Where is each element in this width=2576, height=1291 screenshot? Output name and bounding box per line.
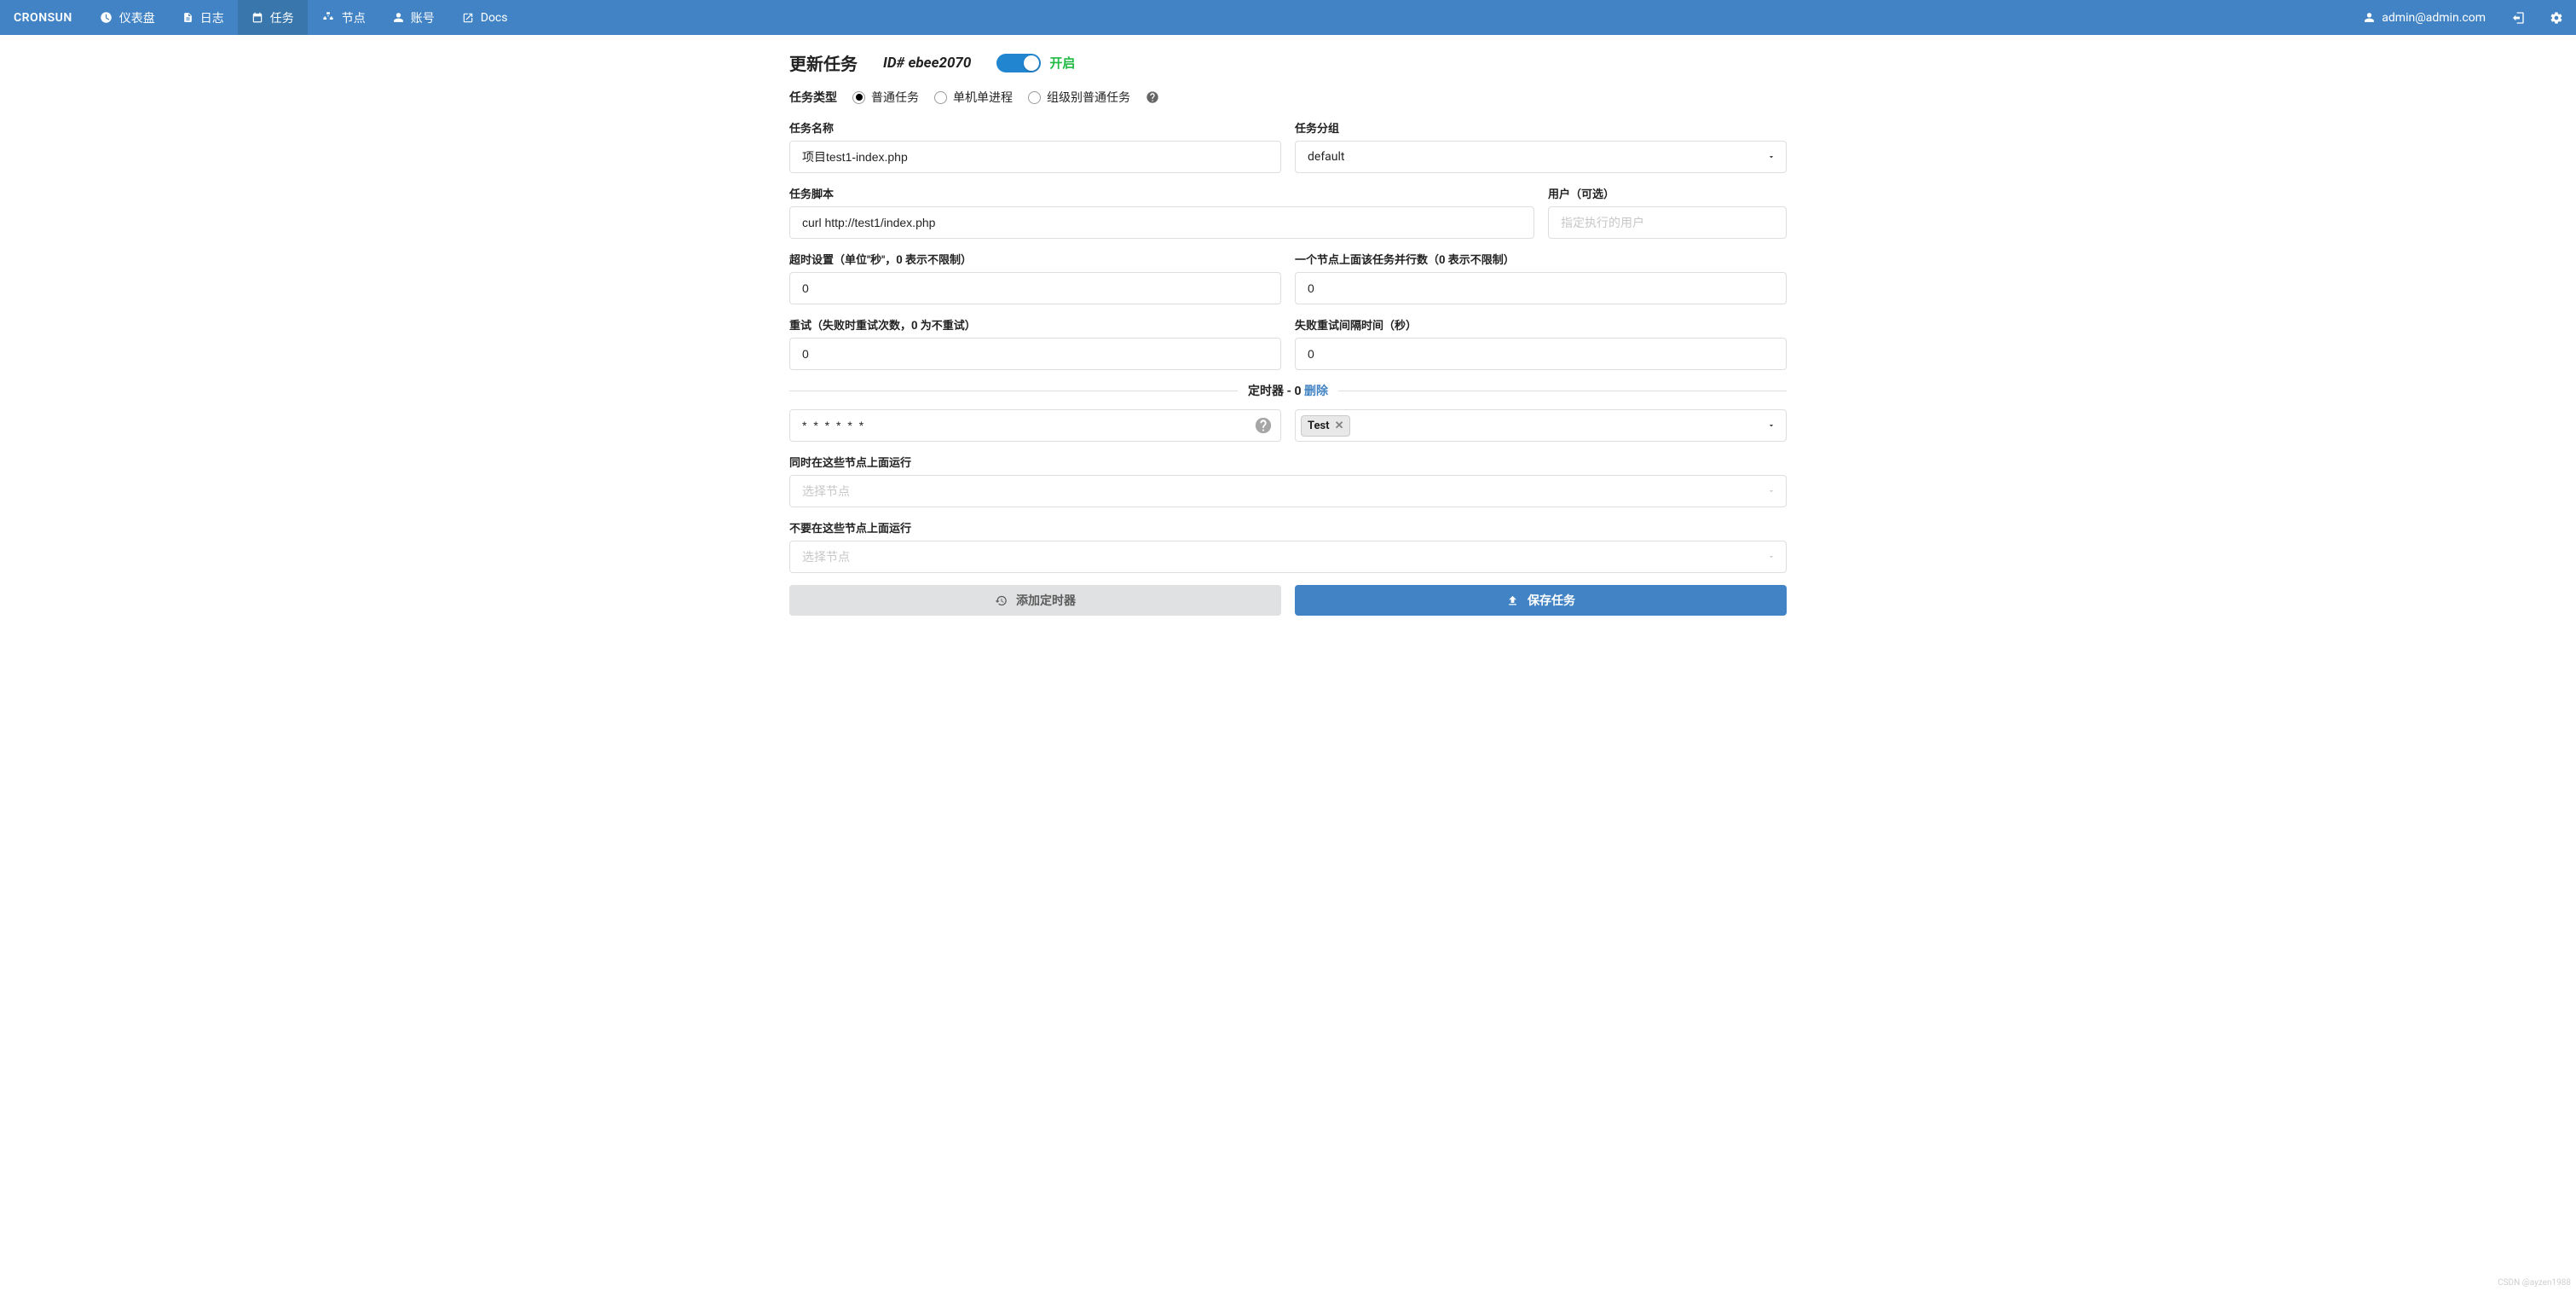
enable-toggle-wrap: 开启 (996, 54, 1075, 72)
history-icon (995, 594, 1008, 607)
parallel-label: 一个节点上面该任务并行数（0 表示不限制） (1295, 251, 1787, 267)
exclude-nodes-label: 不要在这些节点上面运行 (789, 519, 1787, 536)
brand-logo[interactable]: CRONSUN (0, 0, 86, 35)
chevron-down-icon (1767, 553, 1776, 561)
task-type-row: 任务类型 普通任务 单机单进程 组级别普通任务 (789, 89, 1787, 106)
remove-tag-button[interactable]: ✕ (1335, 420, 1344, 432)
radio-normal[interactable]: 普通任务 (852, 89, 919, 106)
name-input[interactable] (789, 141, 1281, 173)
nav-account[interactable]: 账号 (379, 0, 448, 35)
calendar-icon (251, 11, 263, 24)
nav-account-label: 账号 (411, 9, 435, 26)
page-header: 更新任务 ID# ebee2070 开启 (789, 50, 1787, 75)
exclude-nodes-placeholder: 选择节点 (802, 548, 850, 565)
timer-divider: 定时器 - 0 删除 (789, 382, 1787, 399)
nav-docs[interactable]: Docs (448, 0, 522, 35)
retry-input[interactable] (789, 338, 1281, 370)
task-type-label: 任务类型 (789, 89, 837, 106)
radio-group-label: 组级别普通任务 (1047, 89, 1130, 106)
user-email-label: admin@admin.com (2382, 11, 2486, 25)
user-icon (2364, 11, 2375, 24)
user-label: 用户（可选） (1548, 185, 1787, 201)
chevron-down-icon (1767, 421, 1776, 430)
retry-interval-label: 失败重试间隔时间（秒） (1295, 316, 1787, 333)
sitemap-icon (321, 11, 335, 24)
save-button[interactable]: 保存任务 (1295, 585, 1787, 616)
settings-button[interactable] (2537, 0, 2576, 35)
script-input[interactable] (789, 206, 1534, 239)
nav-node-label: 节点 (342, 9, 366, 26)
logout-icon (2511, 11, 2525, 25)
group-label: 任务分组 (1295, 119, 1787, 136)
parallel-input[interactable] (1295, 272, 1787, 304)
page-title: 更新任务 (789, 50, 858, 75)
toggle-state-label: 开启 (1049, 54, 1075, 72)
add-timer-label: 添加定时器 (1016, 592, 1076, 609)
radio-single-label: 单机单进程 (953, 89, 1013, 106)
group-dropdown[interactable]: default (1295, 141, 1787, 173)
row-timeout-parallel: 超时设置（单位"秒"，0 表示不限制） 一个节点上面该任务并行数（0 表示不限制… (789, 251, 1787, 304)
main-container: 更新任务 ID# ebee2070 开启 任务类型 普通任务 单机单进程 组级别… (789, 35, 1787, 641)
nav-node[interactable]: 节点 (308, 0, 379, 35)
include-nodes-label: 同时在这些节点上面运行 (789, 454, 1787, 470)
script-label: 任务脚本 (789, 185, 1534, 201)
enable-toggle[interactable] (996, 54, 1041, 72)
node-group-tag-label: Test (1308, 420, 1330, 432)
node-group-dropdown[interactable]: Test ✕ (1295, 409, 1787, 442)
retry-label: 重试（失败时重试次数，0 为不重试） (789, 316, 1281, 333)
delete-timer-link[interactable]: 删除 (1304, 385, 1328, 398)
row-cron-nodegroup: Test ✕ (789, 409, 1787, 442)
nav-dashboard-label: 仪表盘 (119, 9, 155, 26)
dashboard-icon (100, 11, 113, 24)
retry-interval-input[interactable] (1295, 338, 1787, 370)
action-buttons: 添加定时器 保存任务 (789, 585, 1787, 616)
top-nav: CRONSUN 仪表盘 日志 任务 节点 账号 Docs admin@admin… (0, 0, 2576, 35)
radio-icon (1028, 91, 1041, 104)
nav-user-menu[interactable]: admin@admin.com (2350, 0, 2499, 35)
chevron-down-icon (1767, 153, 1776, 161)
timer-index-label: 定时器 - 0 (1248, 385, 1302, 398)
timer-divider-text: 定时器 - 0 删除 (1248, 382, 1328, 399)
help-icon[interactable] (1146, 90, 1159, 104)
row-script-user: 任务脚本 用户（可选） (789, 185, 1787, 239)
row-retry: 重试（失败时重试次数，0 为不重试） 失败重试间隔时间（秒） (789, 316, 1787, 370)
row-exclude-nodes: 不要在这些节点上面运行 选择节点 (789, 519, 1787, 573)
nav-log[interactable]: 日志 (169, 0, 238, 35)
radio-group[interactable]: 组级别普通任务 (1028, 89, 1130, 106)
timeout-input[interactable] (789, 272, 1281, 304)
external-link-icon (462, 12, 474, 24)
name-label: 任务名称 (789, 119, 1281, 136)
cron-input[interactable] (789, 409, 1281, 442)
watermark: CSDN @ayzen1988 (2498, 1278, 2571, 1288)
toggle-knob (1024, 55, 1039, 71)
node-group-tag: Test ✕ (1301, 415, 1350, 437)
add-timer-button[interactable]: 添加定时器 (789, 585, 1281, 616)
file-icon (182, 11, 193, 24)
nav-docs-label: Docs (481, 11, 508, 25)
exclude-nodes-dropdown[interactable]: 选择节点 (789, 541, 1787, 573)
radio-icon (934, 91, 947, 104)
task-id: ID# ebee2070 (883, 55, 971, 72)
chevron-down-icon (1767, 487, 1776, 495)
include-nodes-dropdown[interactable]: 选择节点 (789, 475, 1787, 507)
user-icon (393, 11, 404, 24)
radio-normal-label: 普通任务 (871, 89, 919, 106)
help-icon[interactable] (1254, 416, 1273, 435)
nav-log-label: 日志 (200, 9, 224, 26)
logout-button[interactable] (2499, 0, 2537, 35)
timeout-label: 超时设置（单位"秒"，0 表示不限制） (789, 251, 1281, 267)
nav-dashboard[interactable]: 仪表盘 (86, 0, 169, 35)
radio-single[interactable]: 单机单进程 (934, 89, 1013, 106)
include-nodes-placeholder: 选择节点 (802, 483, 850, 500)
nav-job[interactable]: 任务 (238, 0, 308, 35)
row-name-group: 任务名称 任务分组 default (789, 119, 1787, 173)
gears-icon (2549, 11, 2564, 25)
radio-icon (852, 91, 865, 104)
save-label: 保存任务 (1528, 592, 1575, 609)
nav-job-label: 任务 (270, 9, 294, 26)
upload-icon (1506, 594, 1519, 607)
user-input[interactable] (1548, 206, 1787, 239)
group-value: default (1308, 150, 1345, 164)
row-include-nodes: 同时在这些节点上面运行 选择节点 (789, 454, 1787, 507)
